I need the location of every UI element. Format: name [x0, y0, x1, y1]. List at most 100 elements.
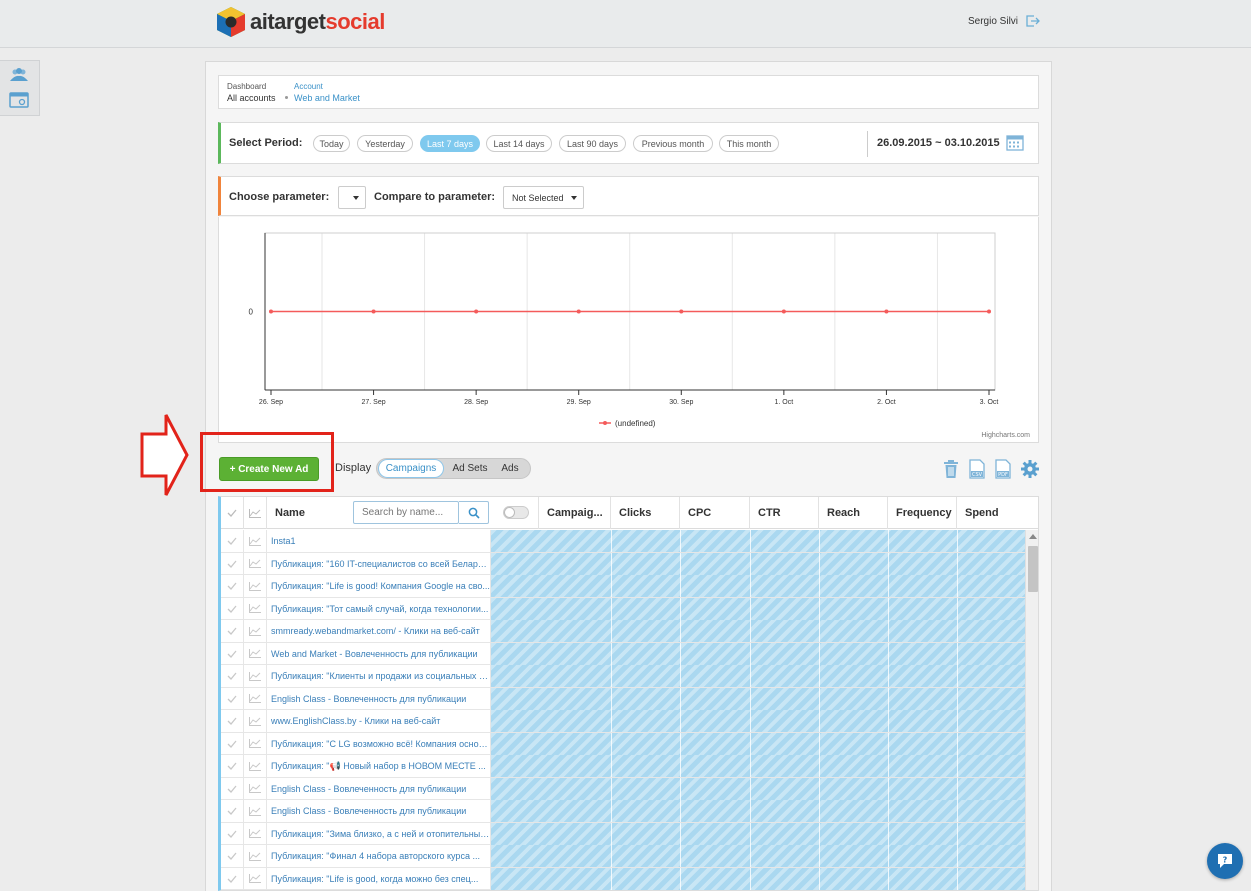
display-campaigns[interactable]: Campaigns [378, 459, 444, 478]
table-row[interactable]: Публикация: "Life is good, когда можно б… [221, 867, 1025, 890]
help-chat-button[interactable]: ? [1207, 843, 1243, 879]
row-checkbox[interactable] [221, 530, 244, 552]
period-last-7-days[interactable]: Last 7 days [420, 135, 480, 152]
row-trend[interactable] [244, 710, 267, 732]
table-row[interactable]: Публикация: "Финал 4 набора авторского к… [221, 845, 1025, 868]
row-name-link[interactable]: English Class - Вовлеченность для публик… [267, 687, 491, 710]
scroll-up-icon[interactable] [1029, 534, 1037, 539]
table-row[interactable]: Публикация: "С LG возможно всё! Компания… [221, 732, 1025, 755]
table-row[interactable]: Публикация: "160 IT-специалистов со всей… [221, 552, 1025, 575]
pdf-export-icon[interactable]: PDF [994, 459, 1012, 482]
row-checkbox[interactable] [221, 597, 244, 620]
csv-export-icon[interactable]: CSV [968, 459, 986, 482]
display-ad-sets[interactable]: Ad Sets [445, 459, 495, 478]
row-name-link[interactable]: smmready.webandmarket.com/ - Клики на ве… [267, 620, 491, 642]
select-all-checkbox[interactable] [221, 497, 244, 529]
row-name-link[interactable]: Публикация: "Life is good! Компания Goog… [267, 575, 491, 597]
period-last-14-days[interactable]: Last 14 days [486, 135, 552, 152]
row-name-link[interactable]: Публикация: "Клиенты и продажи из социал… [267, 665, 491, 687]
row-trend[interactable] [244, 777, 267, 800]
row-trend[interactable] [244, 800, 267, 822]
period-yesterday[interactable]: Yesterday [357, 135, 413, 152]
row-checkbox[interactable] [221, 755, 244, 777]
chart-credit[interactable]: Highcharts.com [981, 432, 1030, 439]
table-row[interactable]: English Class - Вовлеченность для публик… [221, 687, 1025, 710]
row-name-link[interactable]: English Class - Вовлеченность для публик… [267, 777, 491, 800]
column-header-spend[interactable]: Spend [957, 497, 1038, 529]
row-name-link[interactable]: Публикация: "160 IT-специалистов со всей… [267, 552, 491, 575]
search-button[interactable] [459, 501, 489, 524]
row-trend[interactable] [244, 552, 267, 575]
logout-icon[interactable] [1025, 14, 1041, 31]
row-checkbox[interactable] [221, 552, 244, 575]
row-checkbox[interactable] [221, 777, 244, 800]
row-checkbox[interactable] [221, 845, 244, 867]
row-trend[interactable] [244, 845, 267, 867]
table-row[interactable]: English Class - Вовлеченность для публик… [221, 800, 1025, 823]
table-row[interactable]: Публикация: "Клиенты и продажи из социал… [221, 665, 1025, 688]
row-name-link[interactable]: Публикация: "Life is good, когда можно б… [267, 867, 491, 890]
row-checkbox[interactable] [221, 867, 244, 890]
column-header-ctr[interactable]: CTR [750, 497, 819, 529]
period-previous-month[interactable]: Previous month [633, 135, 713, 152]
column-header-cpc[interactable]: CPC [680, 497, 750, 529]
row-checkbox[interactable] [221, 665, 244, 687]
create-new-ad-button[interactable]: + Create New Ad [219, 457, 319, 481]
table-row[interactable]: Публикация: "📢 Новый набор в НОВОМ МЕСТЕ… [221, 755, 1025, 778]
row-trend[interactable] [244, 755, 267, 777]
column-header-clicks[interactable]: Clicks [611, 497, 680, 529]
row-trend[interactable] [244, 575, 267, 597]
calendar-icon[interactable] [1006, 134, 1024, 154]
column-header-campaign[interactable]: Campaig... [539, 497, 611, 529]
row-name-link[interactable]: Insta1 [267, 530, 491, 552]
row-checkbox[interactable] [221, 710, 244, 732]
period-today[interactable]: Today [313, 135, 350, 152]
table-row[interactable]: www.EnglishClass.by - Клики на веб-сайт [221, 710, 1025, 733]
table-row[interactable]: Публикация: "Зима близко, а с ней и отоп… [221, 822, 1025, 845]
gear-icon[interactable] [1020, 459, 1040, 482]
row-name-link[interactable]: Публикация: "Зима близко, а с ней и отоп… [267, 822, 491, 845]
period-this-month[interactable]: This month [719, 135, 779, 152]
row-checkbox[interactable] [221, 642, 244, 665]
search-input[interactable] [353, 501, 459, 524]
row-trend[interactable] [244, 620, 267, 642]
breadcrumb-dashboard[interactable]: Dashboard All accounts [227, 82, 276, 103]
row-checkbox[interactable] [221, 620, 244, 642]
row-checkbox[interactable] [221, 732, 244, 755]
table-row[interactable]: Публикация: "Life is good! Компания Goog… [221, 575, 1025, 598]
row-checkbox[interactable] [221, 800, 244, 822]
row-name-link[interactable]: Публикация: "Финал 4 набора авторского к… [267, 845, 491, 867]
row-trend[interactable] [244, 665, 267, 687]
audience-icon[interactable] [9, 67, 39, 86]
row-trend[interactable] [244, 867, 267, 890]
scroll-thumb[interactable] [1028, 546, 1038, 592]
table-row[interactable]: smmready.webandmarket.com/ - Клики на ве… [221, 620, 1025, 643]
period-last-90-days[interactable]: Last 90 days [559, 135, 626, 152]
row-trend[interactable] [244, 732, 267, 755]
row-trend[interactable] [244, 642, 267, 665]
compare-parameter-select[interactable]: Not Selected [503, 186, 584, 209]
row-trend[interactable] [244, 530, 267, 552]
row-name-link[interactable]: Публикация: "Тот самый случай, когда тех… [267, 597, 491, 620]
status-toggle[interactable] [503, 506, 529, 519]
row-checkbox[interactable] [221, 687, 244, 710]
breadcrumb-account[interactable]: Account Web and Market [294, 82, 360, 103]
row-checkbox[interactable] [221, 575, 244, 597]
brand-logo[interactable]: aitargetsocial [216, 4, 385, 40]
row-name-link[interactable]: www.EnglishClass.by - Клики на веб-сайт [267, 710, 491, 732]
browser-window-icon[interactable] [9, 92, 39, 111]
table-row[interactable]: English Class - Вовлеченность для публик… [221, 777, 1025, 800]
trash-icon[interactable] [942, 459, 960, 482]
table-row[interactable]: Insta1 [221, 530, 1025, 553]
row-trend[interactable] [244, 822, 267, 845]
row-name-link[interactable]: English Class - Вовлеченность для публик… [267, 800, 491, 822]
row-trend[interactable] [244, 687, 267, 710]
table-row[interactable]: Web and Market - Вовлеченность для публи… [221, 642, 1025, 665]
row-name-link[interactable]: Web and Market - Вовлеченность для публи… [267, 642, 491, 665]
choose-parameter-select[interactable] [338, 186, 366, 209]
table-row[interactable]: Публикация: "Тот самый случай, когда тех… [221, 597, 1025, 620]
column-header-frequency[interactable]: Frequency [888, 497, 957, 529]
row-name-link[interactable]: Публикация: "С LG возможно всё! Компания… [267, 732, 491, 755]
user-name[interactable]: Sergio Silvi [968, 16, 1018, 27]
row-trend[interactable] [244, 597, 267, 620]
